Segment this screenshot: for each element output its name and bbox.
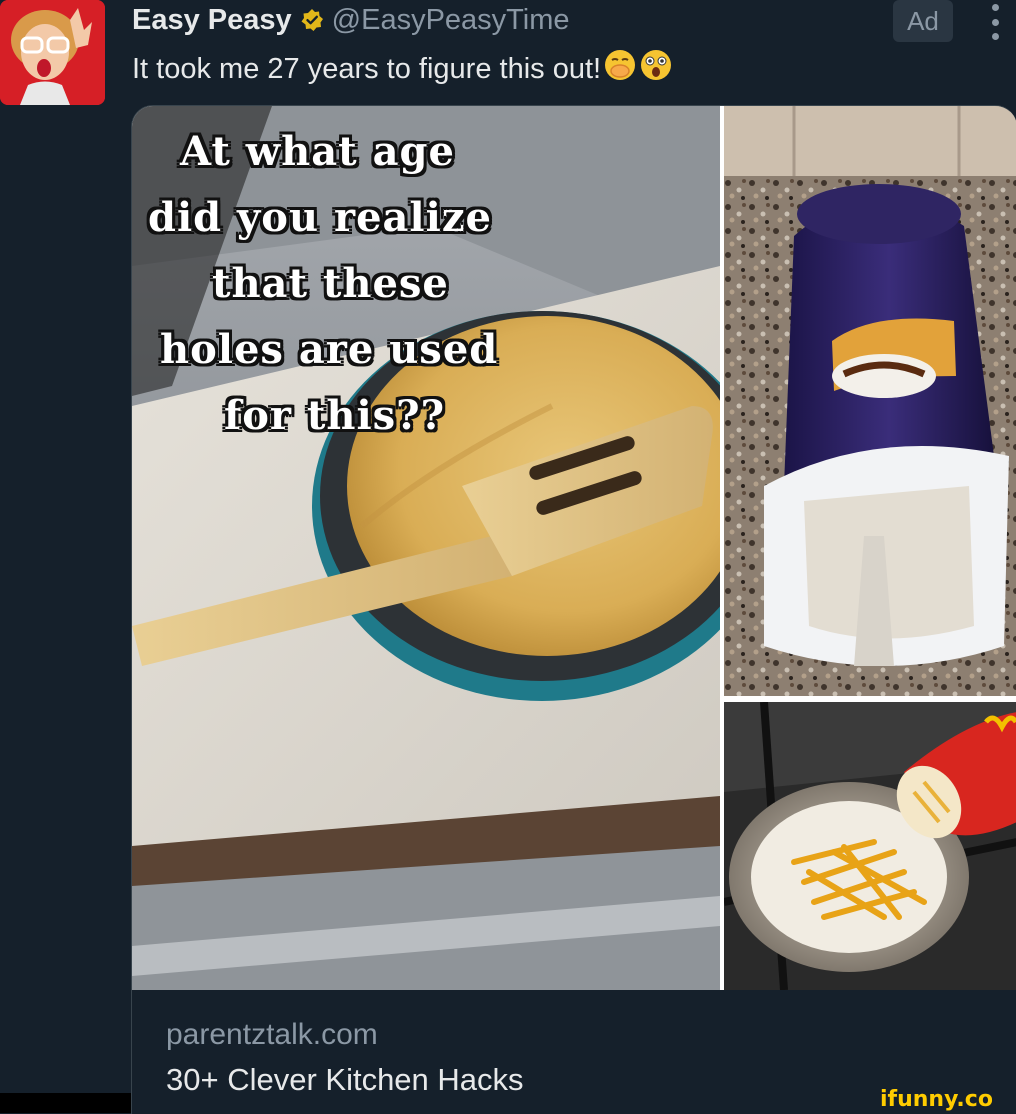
avatar[interactable] — [0, 0, 105, 105]
ifunny-watermark: ifunny.co — [880, 1087, 993, 1112]
link-card[interactable]: At what age did you realize that these h… — [131, 105, 1016, 1114]
tweet-header: Easy Peasy @EasyPeasyTime — [132, 0, 570, 40]
media-collage[interactable]: At what age did you realize that these h… — [132, 106, 1016, 990]
overlay-text-line: holes are used — [160, 326, 499, 373]
tweet-text: It took me 27 years to figure this out! — [132, 52, 602, 85]
tweet-text-row: It took me 27 years to figure this out! — [132, 48, 673, 90]
pancake-spatula-photo: At what age did you realize that these h… — [132, 106, 720, 990]
overlay-text-line: for this?? — [224, 392, 446, 439]
overlay-text-line: that these — [212, 260, 449, 307]
more-dot-icon — [991, 18, 999, 26]
fries-pot-photo — [724, 702, 1016, 990]
more-options-button[interactable] — [980, 4, 1010, 40]
more-dot-icon — [991, 33, 999, 40]
ad-badge: Ad — [893, 0, 953, 42]
overlay-text-line: did you realize — [148, 194, 492, 241]
link-domain[interactable]: parentztalk.com — [166, 1018, 378, 1052]
link-title[interactable]: 30+ Clever Kitchen Hacks — [166, 1062, 524, 1098]
more-dot-icon — [991, 4, 999, 11]
overlay-text-line: At what age — [180, 128, 455, 175]
handle[interactable]: @EasyPeasyTime — [332, 4, 570, 37]
pringles-can-photo — [724, 106, 1016, 696]
display-name[interactable]: Easy Peasy — [132, 4, 292, 37]
face-with-open-mouth-emoji — [639, 48, 673, 90]
verified-badge-icon — [300, 8, 324, 32]
face-with-hand-over-mouth-emoji — [603, 48, 637, 90]
